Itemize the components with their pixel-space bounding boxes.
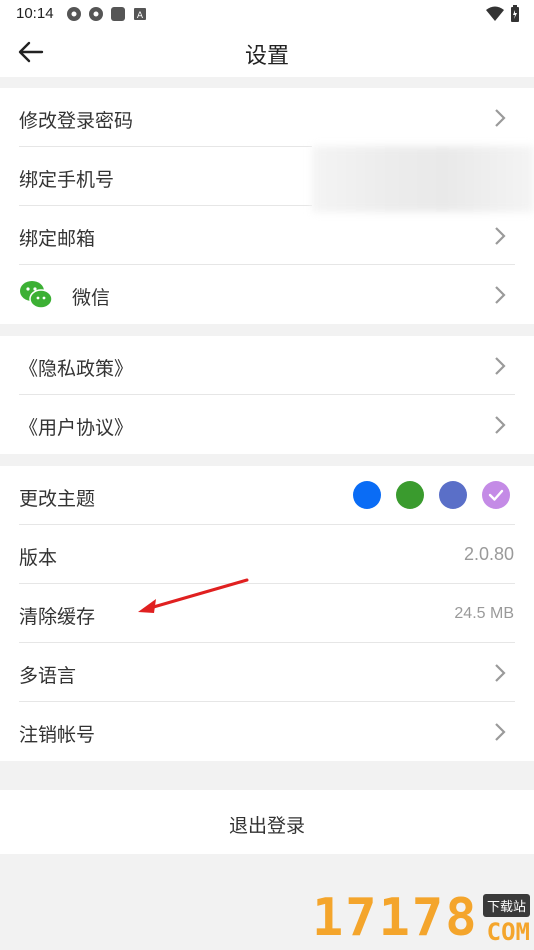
battery-icon xyxy=(511,5,519,22)
check-icon xyxy=(488,489,504,501)
general-section: 更改主题 版本 2.0.80 清除缓存 24.5 MB 多语言 注销帐号 xyxy=(0,466,534,761)
chevron-right-icon xyxy=(495,664,506,682)
user-agreement-label: 《用户协议》 xyxy=(19,418,134,439)
chevron-right-icon xyxy=(495,227,506,245)
theme-label: 更改主题 xyxy=(19,489,96,510)
wechat-row[interactable]: 微信 xyxy=(0,265,534,324)
chevron-right-icon xyxy=(495,286,506,304)
status-bar: 10:14 A xyxy=(0,0,534,28)
watermark-tag: 下载站 xyxy=(482,894,530,917)
chevron-right-icon xyxy=(495,723,506,741)
app-icon xyxy=(89,7,103,21)
bind-phone-label: 绑定手机号 xyxy=(19,170,115,191)
version-value: 2.0.80 xyxy=(463,544,514,564)
annotation-arrow-icon xyxy=(138,578,249,613)
theme-color-option[interactable] xyxy=(353,481,381,509)
app-icon: A xyxy=(134,8,146,21)
status-system-icons xyxy=(486,5,520,23)
site-watermark: 17178 下载站 COM xyxy=(312,888,534,950)
version-row: 版本 2.0.80 xyxy=(0,525,534,584)
cancel-account-label: 注销帐号 xyxy=(19,725,96,746)
wifi-icon xyxy=(486,6,504,21)
chevron-right-icon xyxy=(495,109,506,127)
wechat-icon xyxy=(20,281,53,309)
cache-size-value: 24.5 MB xyxy=(454,605,514,622)
version-label: 版本 xyxy=(19,548,58,569)
clear-cache-label: 清除缓存 xyxy=(19,607,96,628)
app-header: 设置 xyxy=(0,28,534,77)
bind-email-label: 绑定邮箱 xyxy=(19,229,96,250)
watermark-number: 17178 xyxy=(312,888,479,948)
watermark-domain: COM xyxy=(486,918,530,946)
change-password-row[interactable]: 修改登录密码 xyxy=(0,88,534,147)
language-row[interactable]: 多语言 xyxy=(0,643,534,702)
logout-label: 退出登录 xyxy=(228,816,305,837)
privacy-policy-row[interactable]: 《隐私政策》 xyxy=(0,336,534,395)
user-agreement-row[interactable]: 《用户协议》 xyxy=(0,395,534,454)
theme-color-picker xyxy=(353,481,510,509)
svg-text:A: A xyxy=(137,11,144,21)
privacy-policy-label: 《隐私政策》 xyxy=(19,359,134,380)
cancel-account-row[interactable]: 注销帐号 xyxy=(0,702,534,761)
chevron-right-icon xyxy=(495,357,506,375)
status-time: 10:14 xyxy=(16,5,54,22)
change-password-label: 修改登录密码 xyxy=(19,111,134,132)
chevron-right-icon xyxy=(495,416,506,434)
theme-color-option[interactable] xyxy=(482,481,510,509)
app-icon xyxy=(67,7,81,21)
blurred-phone-value xyxy=(312,146,534,212)
theme-color-option[interactable] xyxy=(396,481,424,509)
wechat-label: 微信 xyxy=(72,288,111,309)
theme-row: 更改主题 xyxy=(0,466,534,525)
language-label: 多语言 xyxy=(19,666,77,687)
policy-section: 《隐私政策》 《用户协议》 xyxy=(0,336,534,454)
logout-button[interactable]: 退出登录 xyxy=(0,790,534,854)
clear-cache-row[interactable]: 清除缓存 24.5 MB xyxy=(0,584,534,643)
status-notification-icons: A xyxy=(66,6,148,22)
page-title: 设置 xyxy=(244,43,289,68)
app-icon xyxy=(111,7,125,21)
theme-color-option[interactable] xyxy=(439,481,467,509)
bind-email-row[interactable]: 绑定邮箱 xyxy=(0,206,534,265)
